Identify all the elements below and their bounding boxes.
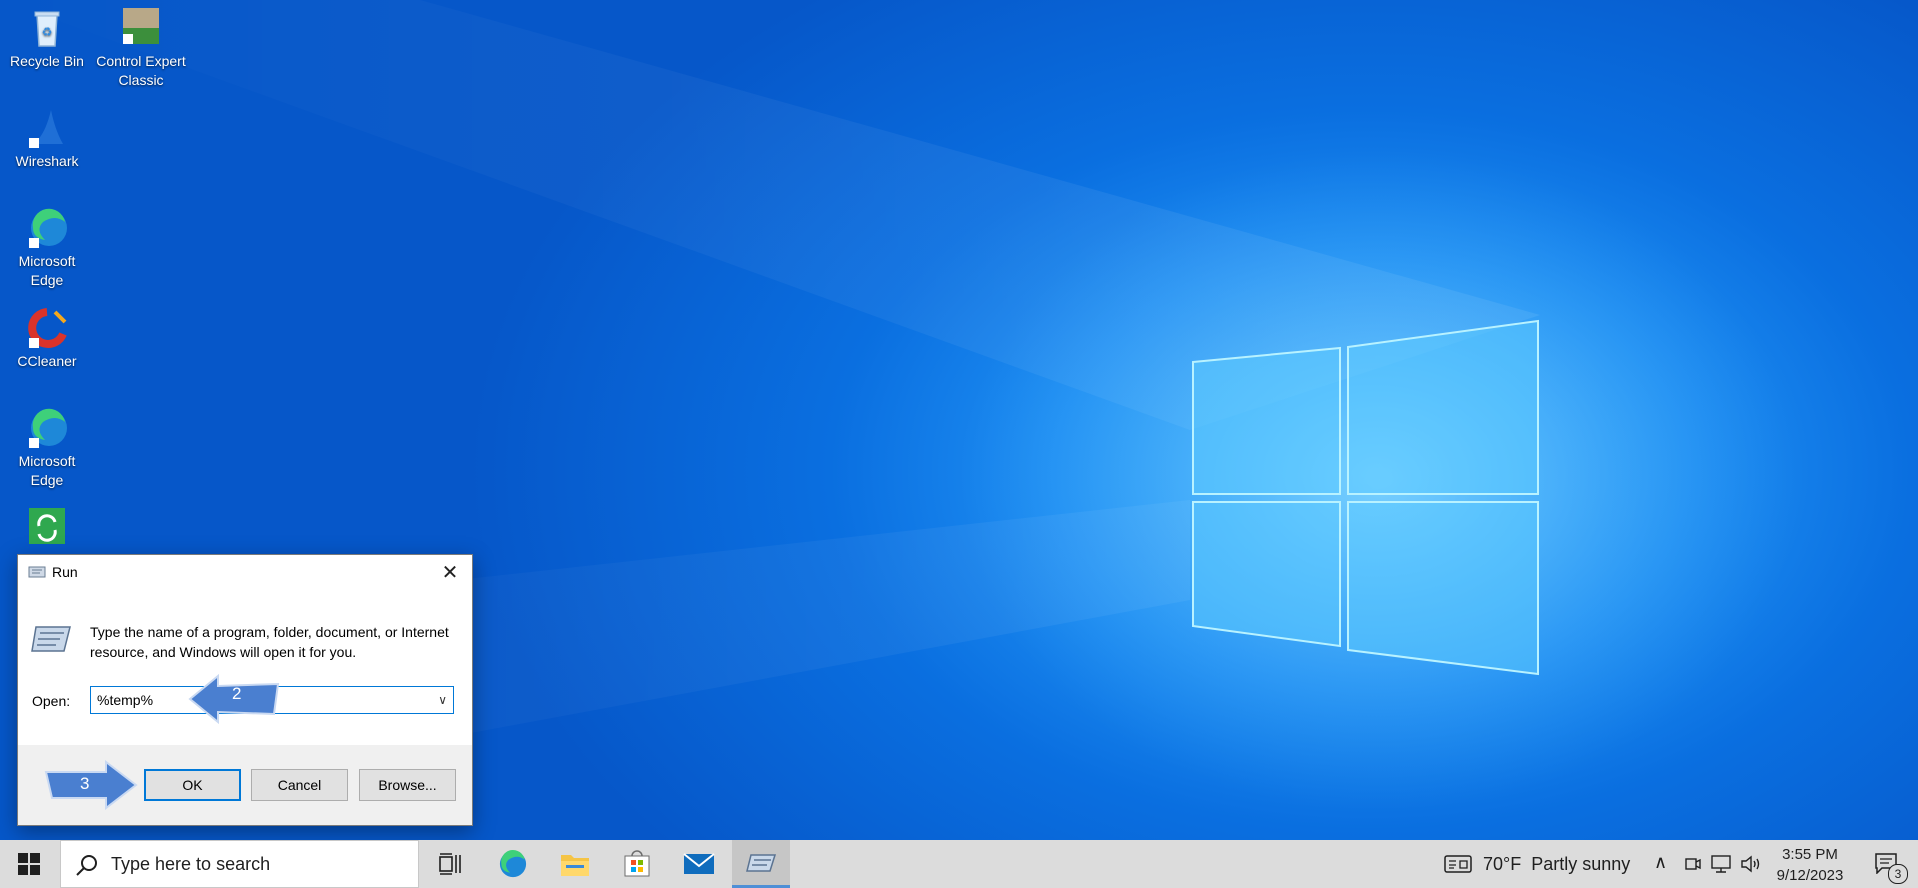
annotation-step-3: 3 [80,774,90,793]
desktop-icon-label: CCleaner [17,353,77,369]
run-description: Type the name of a program, folder, docu… [90,624,449,660]
windows-start-icon [18,853,40,875]
run-program-icon [31,626,71,652]
edge-icon [25,206,69,250]
desktop-icon-edge-2[interactable]: Microsoft Edge [1,406,93,490]
taskbar-run-button[interactable] [732,840,790,888]
desktop-icon-control-expert[interactable]: Control Expert Classic [95,6,187,90]
desktop-icon-label: Control Expert Classic [96,53,186,88]
notification-badge: 3 [1888,864,1908,884]
annotation-arrow-3 [44,760,138,810]
meet-now-icon[interactable] [1684,855,1702,873]
desktop-icon-ccleaner[interactable]: CCleaner [1,306,93,371]
close-icon: ✕ [441,561,459,584]
desktop-icon-label: Microsoft Edge [18,453,76,488]
desktop-icon-wireshark[interactable]: Wireshark [1,106,93,171]
folder-icon [561,855,589,876]
task-view-icon [439,853,461,875]
taskbar-edge-button[interactable] [484,840,542,888]
edge-icon [499,849,527,878]
weather-text[interactable]: 70°F Partly sunny [1483,854,1630,875]
desktop-icon-label: Recycle Bin [10,53,84,69]
chevron-down-icon[interactable]: ∨ [438,693,447,707]
desktop-icon-software-update[interactable] [1,506,93,552]
edge-icon [25,406,69,450]
software-update-icon [25,506,69,550]
run-titlebar[interactable]: Run ✕ [18,555,472,589]
ok-button[interactable]: OK [144,769,241,801]
svg-text:♻: ♻ [42,25,53,39]
desktop-icon-label: Wireshark [15,153,79,169]
ccleaner-icon [25,306,69,350]
annotation-step-2: 2 [232,684,242,703]
search-placeholder: Type here to search [111,854,271,874]
taskbar-mail-button[interactable] [670,840,728,888]
run-app-icon [746,853,776,872]
desktop-icon-recycle-bin[interactable]: ♻ Recycle Bin [1,6,93,71]
network-icon[interactable] [1710,854,1732,874]
run-title: Run [52,564,78,580]
task-view-button[interactable] [421,840,479,888]
run-app-icon [28,566,46,578]
notification-center-button[interactable]: 3 [1862,840,1918,888]
control-expert-icon [119,6,163,50]
start-button[interactable] [0,840,58,888]
windows-logo-wallpaper [1192,319,1539,676]
taskbar-file-explorer-button[interactable] [546,840,604,888]
weather-icon[interactable] [1444,853,1472,875]
chevron-up-icon[interactable]: ∧ [1654,852,1667,873]
cancel-button[interactable]: Cancel [251,769,348,801]
taskbar: Type here to search 70°F Partly sunny ∧ … [0,840,1918,888]
close-button[interactable]: ✕ [428,555,472,589]
clock[interactable]: 3:55 PM 9/12/2023 [1770,844,1850,886]
taskbar-store-button[interactable] [608,840,666,888]
store-icon [624,850,650,877]
recycle-bin-icon: ♻ [25,6,69,50]
clock-date: 9/12/2023 [1776,867,1844,884]
browse-button[interactable]: Browse... [359,769,456,801]
open-label: Open: [32,693,71,709]
taskbar-search-box[interactable]: Type here to search [60,840,419,888]
wireshark-icon [25,106,69,150]
desktop-icon-edge[interactable]: Microsoft Edge [1,206,93,290]
mail-icon [683,853,715,874]
volume-icon[interactable] [1740,854,1762,874]
desktop-icon-label: Microsoft Edge [18,253,76,288]
clock-time: 3:55 PM [1782,846,1838,863]
search-icon [76,855,97,876]
